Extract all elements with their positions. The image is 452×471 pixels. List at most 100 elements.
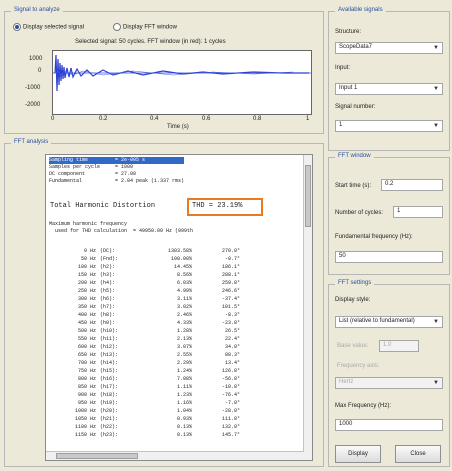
harmonic-cell: (h3): (100, 272, 116, 278)
magnitude-cell: 8.56% (176, 272, 192, 278)
harmonic-cell: (h12): (100, 344, 119, 350)
header-line: Fundamental = 2.04 peak (1.337 rms) (49, 178, 185, 184)
harmonic-cell: (h5): (100, 288, 116, 294)
horizontal-scrollbar[interactable] (46, 451, 304, 460)
scroll-thumb[interactable] (305, 165, 311, 227)
signal-plot-svg (53, 54, 311, 92)
freq-cell: 750 Hz (77, 368, 96, 374)
x-tick: 1 (306, 116, 310, 122)
harmonic-cell: (DC): (100, 248, 116, 254)
magnitude-cell: 2.46% (176, 312, 192, 318)
freq-cell: 1150 Hz (74, 432, 96, 438)
phase-cell: 22.4° (224, 336, 240, 342)
x-axis-label: Time (s) (167, 124, 189, 130)
y-tick: 0 (38, 68, 42, 74)
y-tick: 1000 (29, 56, 43, 62)
freq-cell: 600 Hz (77, 344, 96, 350)
base-value-input[interactable]: 1.0 (379, 340, 419, 352)
harmonic-cell: (h21): (100, 416, 119, 422)
start-time-label: Start time (s): (335, 183, 372, 189)
x-tick: 0.4 (150, 116, 159, 122)
harmonic-cell: (h11): (100, 336, 119, 342)
phase-cell: -76.4° (221, 392, 240, 398)
phase-cell: 186.1° (221, 264, 240, 270)
header-line-selected: Sampling time = 2e-005 s (49, 157, 185, 164)
harmonic-cell: (h13): (100, 352, 119, 358)
phase-cell: -23.8° (221, 320, 240, 326)
vertical-scrollbar[interactable] (303, 155, 312, 460)
fft-analysis-title: FFT analysis (11, 139, 52, 145)
phase-cell: 101.5° (221, 304, 240, 310)
input-label: Input: (335, 65, 351, 71)
phase-cell: -10.8° (221, 384, 240, 390)
magnitude-cell: 6.03% (176, 280, 192, 286)
radio-display-fft[interactable]: Display FFT window (113, 23, 177, 31)
phase-cell: -0.7° (224, 256, 240, 262)
magnitude-cell: 3.02% (176, 304, 192, 310)
display-style-select[interactable]: List (relative to fundamental) ▼ (335, 316, 443, 328)
table-row: 900 Hz (h18): 1.23% -76.4° (50, 391, 240, 399)
signal-number-select[interactable]: 1 ▼ (335, 120, 443, 132)
freq-cell: 250 Hz (77, 288, 96, 294)
harmonic-cell: (h18): (100, 392, 119, 398)
x-tick: 0 (51, 116, 55, 122)
radio-display-signal[interactable]: Display selected signal (13, 23, 84, 31)
signal-group-title: Signal to analyze (11, 7, 63, 13)
header-line: Samples per cycle = 1000 (49, 164, 134, 170)
fft-window-title: FFT window (335, 153, 374, 159)
cycles-input[interactable]: 1 (393, 206, 443, 218)
magnitude-cell: 1.28% (176, 328, 192, 334)
start-time-input[interactable]: 0.2 (381, 179, 443, 191)
harmonic-cell: (h9): (100, 320, 116, 326)
harmonic-cell: (h17): (100, 384, 119, 390)
frequency-axis-value: Hertz (339, 379, 354, 385)
magnitude-cell: 0.13% (176, 432, 192, 438)
harmonic-table: 0 Hz (DC): 1303.58% 270.0° 50 Hz (Fnd): 100.00… (50, 247, 240, 439)
display-style-value: List (relative to fundamental) (339, 318, 415, 324)
y-tick: -1000 (25, 85, 41, 91)
table-row: 1050 Hz (h21): 0.93% 111.8° (50, 415, 240, 423)
freq-cell: 800 Hz (77, 376, 96, 382)
magnitude-cell: 2.29% (176, 360, 192, 366)
plot-title: Selected signal: 50 cycles. FFT window (… (75, 39, 226, 45)
close-button[interactable]: Close (395, 445, 441, 463)
magnitude-cell: 1.23% (176, 392, 192, 398)
structure-label: Structure: (335, 29, 362, 35)
structure-select[interactable]: ScopeData7 ▼ (335, 42, 443, 54)
max-freq-line: used for THD calculation = 49950.00 Hz (… (49, 228, 194, 234)
frequency-axis-label: Frequency axis: (337, 363, 380, 369)
table-row: 950 Hz (h19): 1.16% -7.0° (50, 399, 240, 407)
harmonic-cell: (h20): (100, 408, 119, 414)
chevron-down-icon: ▼ (433, 380, 439, 386)
table-row: 100 Hz (h2): 14.45% 186.1° (50, 263, 240, 271)
chevron-down-icon: ▼ (433, 319, 439, 325)
table-row: 800 Hz (h16): 7.08% -56.8° (50, 375, 240, 383)
fundamental-input[interactable]: 50 (335, 251, 443, 263)
input-select[interactable]: Input 1 ▼ (335, 83, 443, 95)
freq-cell: 400 Hz (77, 312, 96, 318)
max-freq-block: Maximum harmonic frequency used for THD … (49, 221, 193, 235)
cycles-label: Number of cycles: (335, 210, 384, 216)
magnitude-cell: 2.55% (176, 352, 192, 358)
harmonic-cell: (h4): (100, 280, 116, 286)
max-frequency-input[interactable]: 1000 (335, 419, 443, 431)
table-row: 750 Hz (h15): 1.24% 126.8° (50, 367, 240, 375)
fft-results-textbox[interactable]: Sampling time = 2e-005 s Samples per cyc… (45, 154, 313, 461)
magnitude-cell: 0.93% (176, 416, 192, 422)
magnitude-cell: 0.13% (176, 424, 192, 430)
table-row: 0 Hz (DC): 1303.58% 270.0° (50, 247, 240, 255)
table-row: 50 Hz (Fnd): 100.00% -0.7° (50, 255, 240, 263)
radio-display-fft-label: Display FFT window (123, 24, 177, 31)
table-row: 1100 Hz (h22): 0.13% 132.0° (50, 423, 240, 431)
fft-window-group: FFT window Start time (s): 0.2 Number of… (328, 153, 450, 275)
input-value: Input 1 (339, 85, 358, 91)
freq-cell: 200 Hz (77, 280, 96, 286)
hscroll-thumb[interactable] (56, 453, 138, 459)
freq-cell: 150 Hz (77, 272, 96, 278)
harmonic-cell: (h2): (100, 264, 116, 270)
magnitude-cell: 2.13% (176, 336, 192, 342)
phase-cell: 288.1° (221, 272, 240, 278)
table-row: 450 Hz (h9): 4.33% -23.8° (50, 319, 240, 327)
display-button[interactable]: Display (335, 445, 381, 463)
frequency-axis-select[interactable]: Hertz ▼ (335, 377, 443, 389)
